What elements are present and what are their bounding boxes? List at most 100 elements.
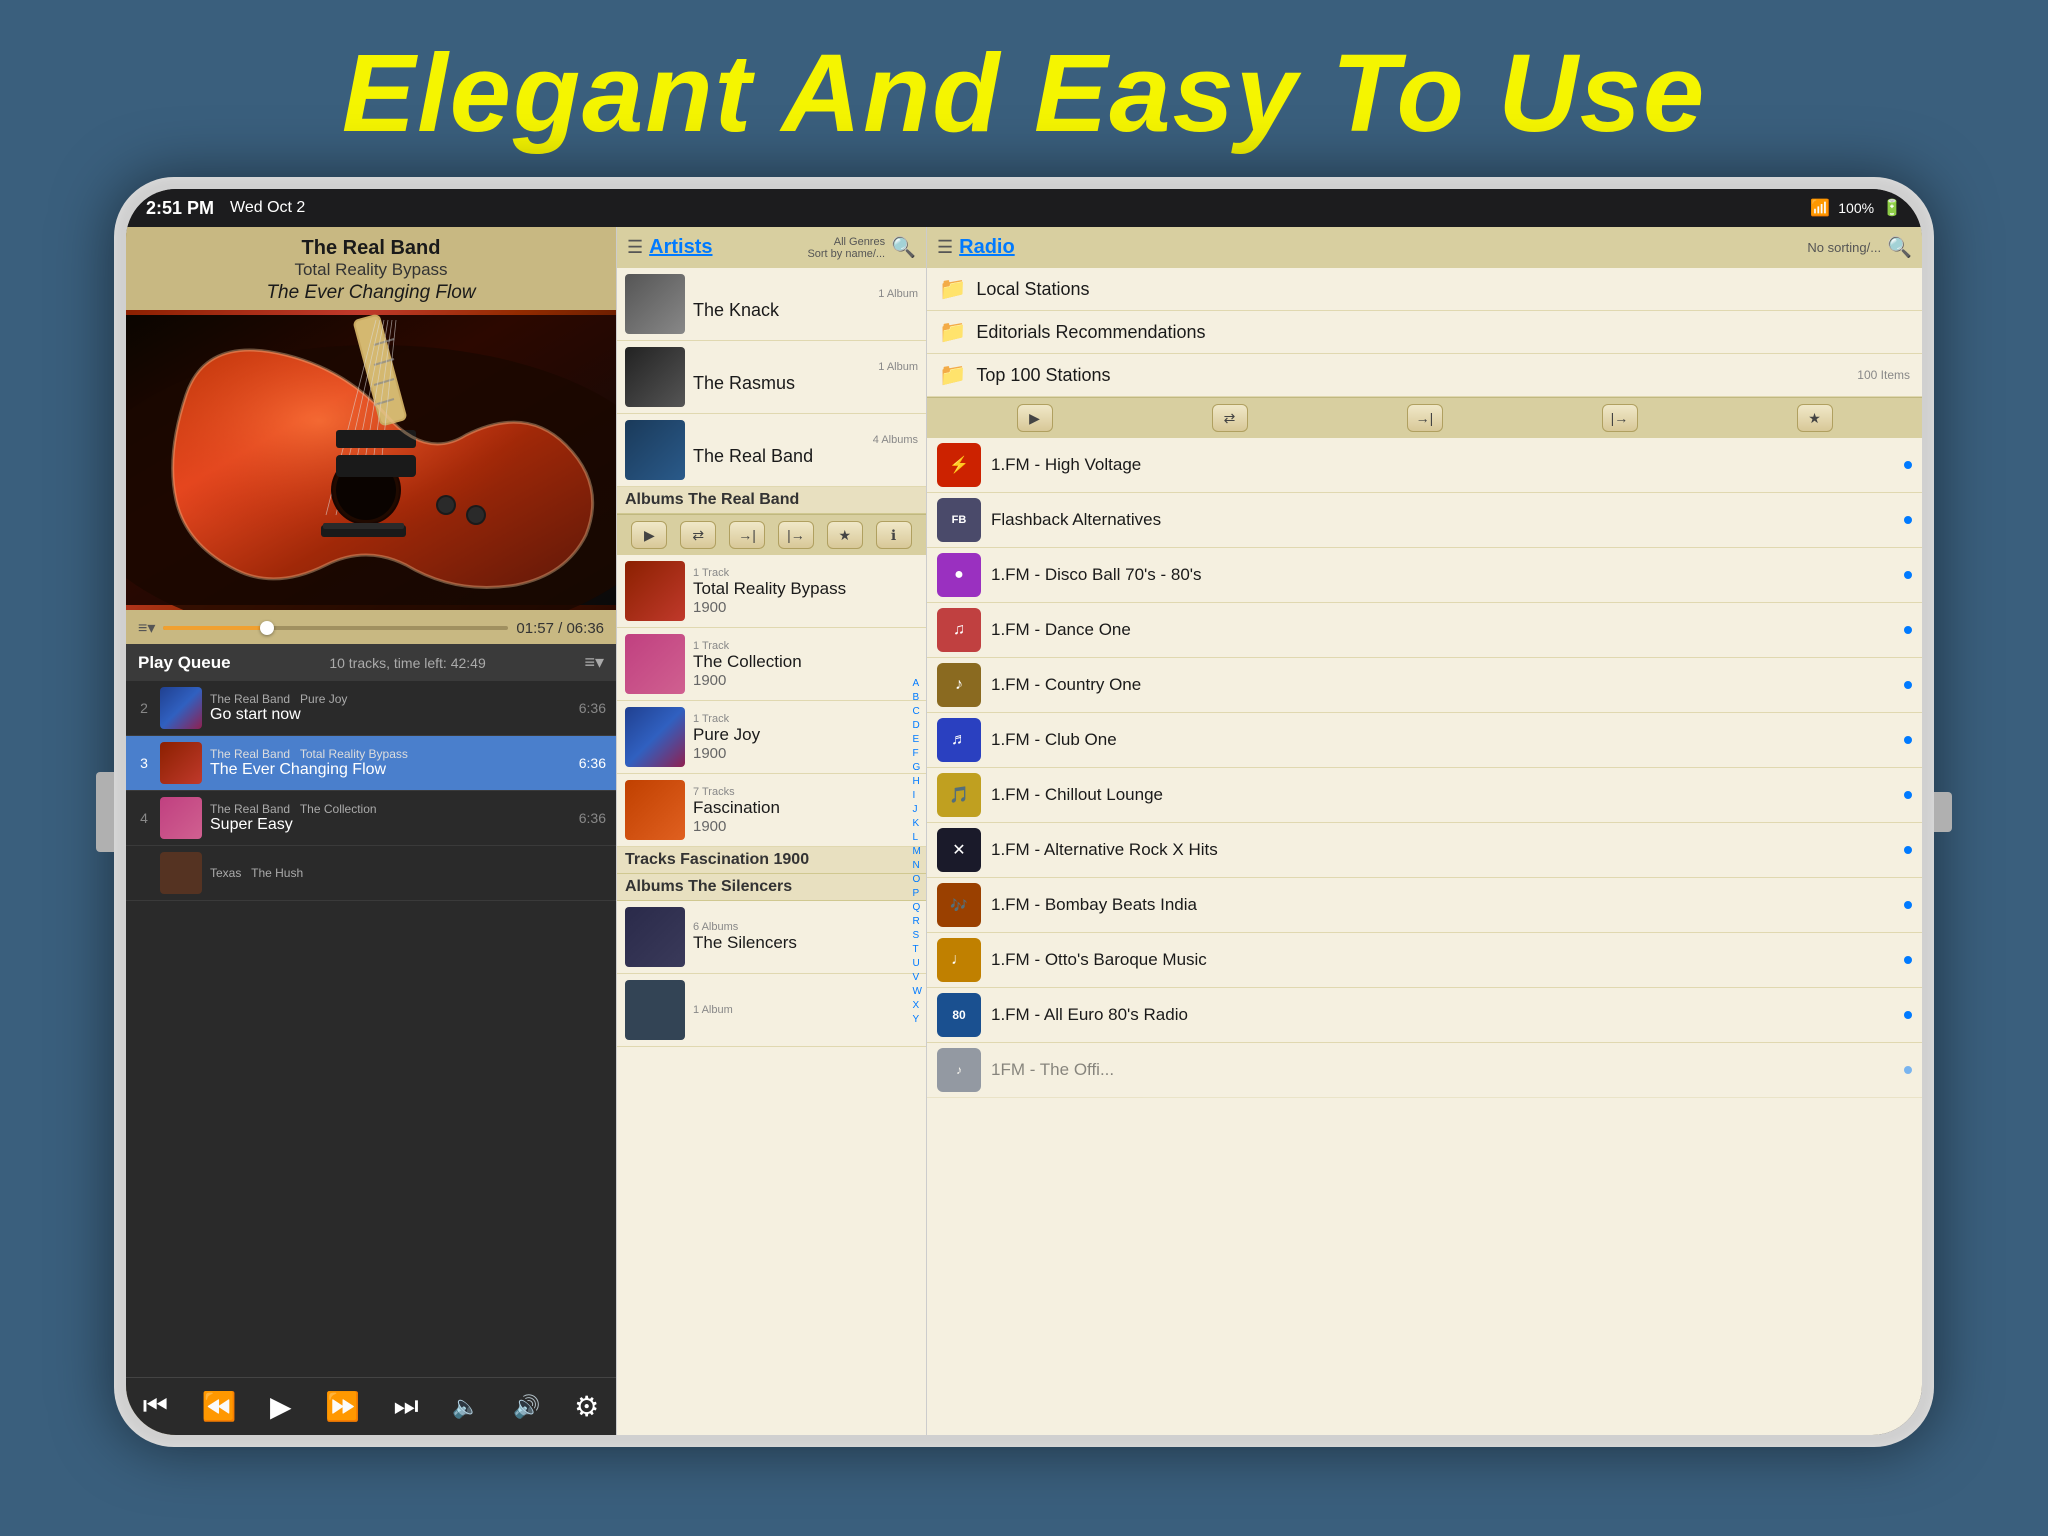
queue-item[interactable]: 4 The Real Band The Collection Super Eas… <box>126 791 616 846</box>
artist-item[interactable]: 1 Album The Rasmus <box>617 341 926 414</box>
menu-small-icon[interactable]: ≡▾ <box>138 618 155 638</box>
alpha-letter-c[interactable]: C <box>911 705 924 719</box>
forward-button[interactable]: ⏩ <box>315 1386 370 1427</box>
album-item[interactable]: 7 Tracks Fascination 1900 <box>617 774 926 847</box>
play-queue: Play Queue 10 tracks, time left: 42:49 ≡… <box>126 644 616 1377</box>
alpha-letter-a[interactable]: A <box>911 677 924 691</box>
alpha-letter-l[interactable]: L <box>911 831 924 845</box>
panel-star-button[interactable]: ★ <box>827 521 863 549</box>
artist-item[interactable]: 4 Albums The Real Band <box>617 414 926 487</box>
radio-list-icon: ☰ <box>937 237 953 258</box>
station-logo: ● <box>937 553 981 597</box>
radio-search-button[interactable]: 🔍 <box>1887 235 1912 260</box>
station-logo: ♪ <box>937 663 981 707</box>
status-date: Wed Oct 2 <box>230 199 305 217</box>
alpha-letter-u[interactable]: U <box>911 957 924 971</box>
radio-station[interactable]: ♬ 1.FM - Club One <box>927 713 1922 768</box>
queue-info: 10 tracks, time left: 42:49 <box>329 655 485 671</box>
alpha-letter-g[interactable]: G <box>911 761 924 775</box>
radio-station[interactable]: ♪ 1FM - The Offi... <box>927 1043 1922 1098</box>
now-playing-header: The Real Band Total Reality Bypass The E… <box>126 227 616 310</box>
alpha-letter-f[interactable]: F <box>911 747 924 761</box>
alpha-letter-w[interactable]: W <box>911 985 924 999</box>
radio-folder[interactable]: 📁 Local Stations <box>927 268 1922 311</box>
album-item[interactable]: 6 Albums The Silencers <box>617 901 926 974</box>
alpha-letter-p[interactable]: P <box>911 887 924 901</box>
artist-thumbnail <box>625 347 685 407</box>
radio-station[interactable]: FB Flashback Alternatives <box>927 493 1922 548</box>
now-playing-artist: The Real Band <box>142 237 600 260</box>
radio-star-button[interactable]: ★ <box>1797 404 1833 432</box>
radio-folder[interactable]: 📁 Editorials Recommendations <box>927 311 1922 354</box>
album-thumbnail <box>625 707 685 767</box>
panel-info-button[interactable]: ℹ <box>876 521 912 549</box>
artists-search-button[interactable]: 🔍 <box>891 235 916 260</box>
radio-station[interactable]: 🎵 1.FM - Chillout Lounge <box>927 768 1922 823</box>
alpha-letter-i[interactable]: I <box>911 789 924 803</box>
settings-button[interactable]: ⚙ <box>564 1386 609 1427</box>
radio-panel-title[interactable]: Radio <box>959 236 1801 259</box>
next-button[interactable]: ⏭ <box>383 1386 428 1427</box>
alpha-letter-h[interactable]: H <box>911 775 924 789</box>
radio-station[interactable]: ⚡ 1.FM - High Voltage <box>927 438 1922 493</box>
queue-item[interactable]: Texas The Hush <box>126 846 616 901</box>
radio-play-button[interactable]: ▶ <box>1017 404 1053 432</box>
radio-sort-info: No sorting/... <box>1807 240 1881 255</box>
album-item[interactable]: 1 Album <box>617 974 926 1047</box>
album-item[interactable]: 1 Track Total Reality Bypass 1900 <box>617 555 926 628</box>
alpha-letter-d[interactable]: D <box>911 719 924 733</box>
panel-next-button[interactable]: →| <box>729 521 765 549</box>
radio-next-button[interactable]: →| <box>1407 404 1443 432</box>
prev-button[interactable]: ⏮ <box>133 1386 178 1427</box>
radio-station[interactable]: 80 1.FM - All Euro 80's Radio <box>927 988 1922 1043</box>
alpha-letter-m[interactable]: M <box>911 845 924 859</box>
radio-station[interactable]: ♪ 1.FM - Country One <box>927 658 1922 713</box>
alpha-letter-v[interactable]: V <box>911 971 924 985</box>
alpha-letter-o[interactable]: O <box>911 873 924 887</box>
panel-prev-button[interactable]: |→ <box>778 521 814 549</box>
station-logo: 🎵 <box>937 773 981 817</box>
status-time: 2:51 PM <box>146 198 214 219</box>
vol-down-button[interactable]: 🔈 <box>442 1390 489 1424</box>
radio-shuffle-button[interactable]: ⇄ <box>1212 404 1248 432</box>
radio-station[interactable]: ♫ 1.FM - Dance One <box>927 603 1922 658</box>
alpha-letter-k[interactable]: K <box>911 817 924 831</box>
radio-folder[interactable]: 📁 Top 100 Stations 100 Items <box>927 354 1922 397</box>
alpha-letter-s[interactable]: S <box>911 929 924 943</box>
alpha-letter-x[interactable]: X <box>911 999 924 1013</box>
radio-prev-button[interactable]: |→ <box>1602 404 1638 432</box>
panel-play-button[interactable]: ▶ <box>631 521 667 549</box>
alpha-letter-q[interactable]: Q <box>911 901 924 915</box>
vol-up-button[interactable]: 🔊 <box>503 1390 550 1424</box>
radio-station[interactable]: 🎶 1.FM - Bombay Beats India <box>927 878 1922 933</box>
radio-station[interactable]: ● 1.FM - Disco Ball 70's - 80's <box>927 548 1922 603</box>
folder-icon: 📁 <box>939 276 966 302</box>
queue-item[interactable]: 2 The Real Band Pure Joy Go start now 6:… <box>126 681 616 736</box>
radio-station[interactable]: ♩ 1.FM - Otto's Baroque Music <box>927 933 1922 988</box>
alpha-letter-j[interactable]: J <box>911 803 924 817</box>
albums-section-header: Albums The Real Band <box>617 487 926 514</box>
alpha-letter-y[interactable]: Y <box>911 1013 924 1027</box>
alpha-letter-e[interactable]: E <box>911 733 924 747</box>
station-logo: ♫ <box>937 608 981 652</box>
queue-thumb-active <box>160 742 202 784</box>
play-button[interactable]: ▶ <box>260 1386 302 1427</box>
queue-item-active[interactable]: 3 The Real Band Total Reality Bypass The… <box>126 736 616 791</box>
progress-track[interactable] <box>163 626 508 630</box>
alpha-letter-r[interactable]: R <box>911 915 924 929</box>
artist-item[interactable]: 1 Album The Knack <box>617 268 926 341</box>
alpha-letter-b[interactable]: B <box>911 691 924 705</box>
radio-controls: ▶ ⇄ →| |→ ★ <box>927 397 1922 438</box>
radio-station[interactable]: ✕ 1.FM - Alternative Rock X Hits <box>927 823 1922 878</box>
panel-shuffle-button[interactable]: ⇄ <box>680 521 716 549</box>
ipad-right-button <box>1934 792 1952 832</box>
radio-panel: ☰ Radio No sorting/... 🔍 📁 Local Station… <box>926 227 1922 1435</box>
queue-menu-icon[interactable]: ≡▾ <box>584 652 604 673</box>
album-thumbnail <box>625 634 685 694</box>
rewind-button[interactable]: ⏪ <box>192 1386 247 1427</box>
album-item[interactable]: 1 Track Pure Joy 1900 <box>617 701 926 774</box>
alpha-letter-t[interactable]: T <box>911 943 924 957</box>
artists-panel-title[interactable]: Artists <box>649 236 801 259</box>
album-item[interactable]: 1 Track The Collection 1900 <box>617 628 926 701</box>
alpha-letter-n[interactable]: N <box>911 859 924 873</box>
